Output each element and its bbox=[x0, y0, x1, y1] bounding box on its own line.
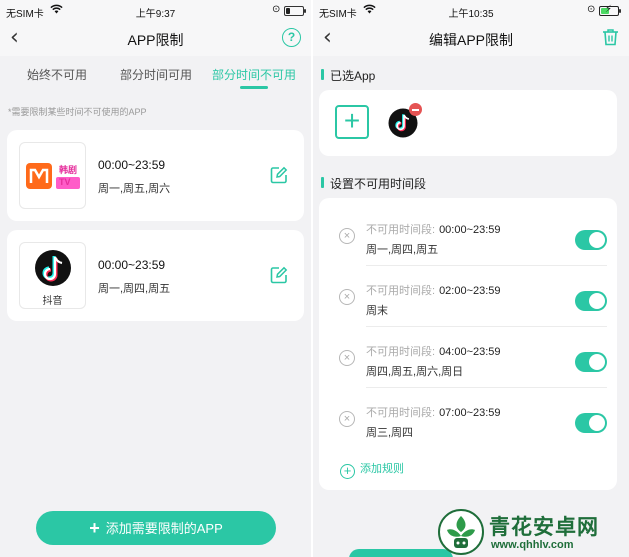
tab-partial-unavailable[interactable]: 部分时间不可用 bbox=[212, 66, 296, 83]
battery-charging-icon: ⚡ bbox=[599, 4, 621, 16]
edit-icon[interactable] bbox=[270, 266, 288, 289]
rule-item: × 不可用时间段: 07:00~23:59 周三,周四 bbox=[319, 388, 617, 449]
rule-toggle[interactable] bbox=[575, 352, 607, 372]
status-bar: 无SIM卡 上午10:35 ⊙ ⚡ bbox=[313, 0, 629, 22]
add-app-button[interactable]: + bbox=[335, 105, 369, 139]
unavailable-periods-title: 设置不可用时间段 bbox=[321, 175, 426, 192]
rule-days: 周三,周四 bbox=[366, 427, 414, 439]
orientation-lock-icon: ⊙ bbox=[587, 4, 596, 15]
active-tab-indicator bbox=[240, 86, 268, 89]
tab-bar: 始终不可用 部分时间可用 部分时间不可用 bbox=[0, 56, 311, 92]
rule-label: 不可用时间段: bbox=[366, 224, 436, 236]
rule-toggle[interactable] bbox=[575, 291, 607, 311]
help-icon[interactable]: ? bbox=[282, 28, 301, 47]
page-title: APP限制 bbox=[127, 32, 184, 48]
rule-label: 不可用时间段: bbox=[366, 346, 436, 358]
app-time-range: 00:00~23:59 bbox=[98, 158, 166, 172]
hint-text: *需要限制某些时间不可使用的APP bbox=[8, 107, 147, 117]
rule-item: × 不可用时间段: 02:00~23:59 周末 bbox=[319, 266, 617, 327]
orientation-lock-icon: ⊙ bbox=[272, 4, 281, 15]
rules-card: × 不可用时间段: 00:00~23:59 周一,周四,周五 × 不可用时间段: 0… bbox=[319, 198, 617, 490]
nav-bar: ‹ 编辑APP限制 bbox=[313, 22, 629, 56]
mango-tv-icon: 韩剧 TV bbox=[19, 142, 86, 209]
status-time: 上午9:37 bbox=[135, 9, 176, 20]
add-restricted-app-button[interactable]: + 添加需要限制的APP bbox=[36, 511, 276, 545]
app-limit-card-douyin[interactable]: 抖音 00:00~23:59 周一,周四,周五 bbox=[7, 230, 304, 321]
delete-rule-icon[interactable]: × bbox=[339, 350, 355, 366]
battery-icon bbox=[284, 6, 306, 16]
rule-item: × 不可用时间段: 04:00~23:59 周四,周五,周六,周日 bbox=[319, 327, 617, 388]
rule-label: 不可用时间段: bbox=[366, 285, 436, 297]
watermark-url: www.qhhlv.com bbox=[491, 539, 574, 551]
rule-label: 不可用时间段: bbox=[366, 407, 436, 419]
site-watermark: 青花安卓网 www.qhhlv.com bbox=[437, 508, 627, 556]
watermark-logo-icon bbox=[438, 509, 484, 555]
app-limit-screen: 无SIM卡 上午9:37 ⊙ ‹ APP限制 ? 始终不可用 部分时间可用 部分… bbox=[0, 0, 311, 557]
tab-always-unavailable[interactable]: 始终不可用 bbox=[27, 66, 87, 83]
watermark-title: 青花安卓网 bbox=[489, 516, 599, 539]
remove-app-icon[interactable] bbox=[409, 103, 422, 116]
plus-circle-icon: + bbox=[340, 464, 355, 479]
app-days: 周一,周五,周六 bbox=[98, 183, 171, 195]
tab-partial-available[interactable]: 部分时间可用 bbox=[120, 66, 192, 83]
selected-apps-card: + bbox=[319, 90, 617, 156]
rule-days: 周一,周四,周五 bbox=[366, 244, 439, 256]
app-days: 周一,周四,周五 bbox=[98, 283, 171, 295]
douyin-icon: 抖音 bbox=[19, 242, 86, 309]
delete-rule-icon[interactable]: × bbox=[339, 289, 355, 305]
edit-icon[interactable] bbox=[270, 166, 288, 189]
trash-icon[interactable] bbox=[602, 28, 619, 51]
rule-days: 周末 bbox=[366, 305, 388, 317]
rule-days: 周四,周五,周六,周日 bbox=[366, 366, 464, 378]
selected-apps-title: 已选App bbox=[321, 67, 375, 84]
app-time-range: 00:00~23:59 bbox=[98, 258, 166, 272]
app-name: 抖音 bbox=[42, 296, 63, 307]
status-bar: 无SIM卡 上午9:37 ⊙ bbox=[0, 0, 311, 22]
rule-toggle[interactable] bbox=[575, 230, 607, 250]
rule-item: × 不可用时间段: 00:00~23:59 周一,周四,周五 bbox=[319, 205, 617, 266]
delete-rule-icon[interactable]: × bbox=[339, 411, 355, 427]
page-title: 编辑APP限制 bbox=[428, 32, 513, 48]
rule-time-range[interactable]: 00:00~23:59 bbox=[439, 224, 500, 236]
status-time: 上午10:35 bbox=[448, 9, 494, 20]
add-rule-button[interactable]: + 添加规则 bbox=[340, 460, 404, 479]
app-icon-caption: 韩剧 TV bbox=[59, 165, 78, 187]
app-limit-card-mango[interactable]: 韩剧 TV 00:00~23:59 周一,周五,周六 bbox=[7, 130, 304, 221]
rule-time-range[interactable]: 07:00~23:59 bbox=[439, 407, 500, 419]
delete-rule-icon[interactable]: × bbox=[339, 228, 355, 244]
rule-time-range[interactable]: 02:00~23:59 bbox=[439, 285, 500, 297]
rule-toggle[interactable] bbox=[575, 413, 607, 433]
edit-app-limit-screen: 无SIM卡 上午10:35 ⊙ ⚡ ‹ 编辑APP限制 已选App + 设置不可… bbox=[313, 0, 629, 557]
plus-icon: + bbox=[89, 518, 100, 538]
add-rule-label: 添加规则 bbox=[360, 463, 404, 475]
add-button-label: 添加需要限制的APP bbox=[105, 521, 223, 536]
nav-bar: ‹ APP限制 ? bbox=[0, 22, 311, 56]
rule-time-range[interactable]: 04:00~23:59 bbox=[439, 346, 500, 358]
